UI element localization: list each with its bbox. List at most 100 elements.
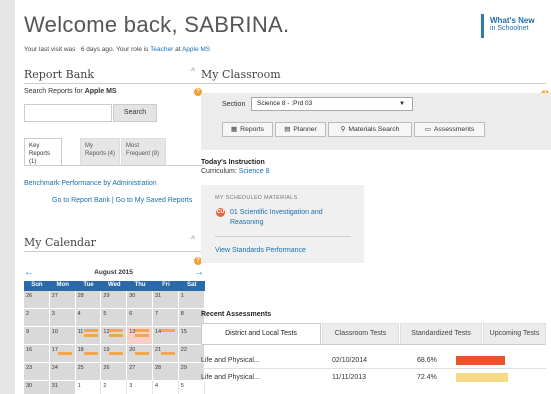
calendar-day[interactable]: 17 [49,345,76,363]
calendar-day[interactable]: 1 [178,291,205,309]
calendar-day[interactable]: 26 [101,363,128,381]
curriculum-link[interactable]: Science 8 [239,168,270,175]
tab-most-frequent[interactable]: Most Frequent (9) [121,138,166,166]
benchmark-performance-link[interactable]: Benchmark Performance by Administration [24,180,157,187]
calendar-day[interactable]: 19 [101,345,128,363]
calendar-day[interactable]: 24 [49,363,76,381]
role-at: at [175,46,181,53]
calendar-day[interactable]: 3 [49,309,76,327]
calendar-event-marker[interactable] [135,329,150,332]
calendar-day[interactable]: 4 [153,381,179,394]
calendar-day[interactable]: 4 [75,309,102,327]
calendar-event-marker[interactable] [135,352,150,355]
tab-district-local-tests[interactable]: District and Local Tests [201,323,321,344]
assessments-button[interactable]: ▭ Assessments [414,122,485,137]
view-standards-performance-link[interactable]: View Standards Performance [215,247,306,254]
reports-button[interactable]: ▦ Reports [222,122,273,137]
role-link[interactable]: Teacher [150,46,173,53]
calendar-day[interactable]: 26 [24,291,50,309]
calendar-day[interactable]: 28 [75,291,102,309]
assessment-date: 02/10/2014 [332,357,368,364]
calendar-day[interactable]: 2 [101,381,128,394]
planner-button[interactable]: ▤ Planner [275,122,326,137]
curriculum-label: Curriculum: [201,168,237,175]
report-search-button[interactable]: Search [113,104,157,122]
calendar-day[interactable]: 12 [101,327,128,345]
weekday-label: Wed [108,282,121,288]
calendar-day-number: 24 [51,365,58,371]
calendar-event-marker[interactable] [109,352,124,355]
scheduled-material-link[interactable]: 01 Scientific Investigation and Reasonin… [230,208,355,228]
role-prefix: Your role is [116,46,149,53]
calendar-day[interactable]: 27 [49,291,76,309]
report-tabs: Key Reports (1) My Reports (4) Most Freq… [24,138,166,166]
report-search-input[interactable] [24,104,112,122]
tab-standardized-tests[interactable]: Standardized Tests [400,323,482,344]
table-row[interactable]: Life and Physical... 11/11/2013 72.4% [201,372,546,386]
whats-new-link[interactable]: What's New in Schoolnet [481,14,543,38]
materials-search-button[interactable]: ⚲ Materials Search [328,122,412,137]
collapse-calendar-icon[interactable]: ^ [191,234,195,244]
calendar-day[interactable]: 31 [49,381,76,394]
calendar-day[interactable]: 29 [101,291,128,309]
next-month-icon[interactable]: → [194,267,204,278]
calendar-day[interactable]: 28 [153,363,179,381]
calendar-event-marker[interactable] [135,334,150,337]
calendar-day[interactable]: 30 [127,291,153,309]
calendar-day[interactable]: 2 [24,309,50,327]
calendar-day-number: 7 [155,311,159,317]
tab-my-reports[interactable]: My Reports (4) [80,138,120,166]
calendar-day[interactable]: 31 [153,291,179,309]
calendar-day[interactable]: 25 [75,363,102,381]
collapse-report-bank-icon[interactable]: ^ [191,66,195,76]
calendar-day[interactable]: 11 [75,327,102,345]
calendar-event-marker[interactable] [57,352,72,355]
calendar-day-number: 5 [180,383,184,389]
go-to-report-bank-link[interactable]: Go to Report Bank | Go to My Saved Repor… [52,197,192,204]
calendar-day-number: 25 [77,365,84,371]
report-search-school: Apple MS [84,88,117,95]
calendar-day[interactable]: 20 [127,345,153,363]
report-bank-divider [24,83,203,84]
calendar-day[interactable]: 13 [127,327,153,345]
assessment-date: 11/11/2013 [332,374,366,381]
calendar-event-marker[interactable] [83,334,98,337]
calendar-day[interactable]: 27 [127,363,153,381]
calendar-event-marker[interactable] [109,334,124,337]
calendar-day[interactable]: 6 [127,309,153,327]
table-row[interactable]: Life and Physical... 02/10/2014 68.6% [201,355,546,369]
calendar-day[interactable]: 14 [153,327,179,345]
calendar-day[interactable]: 10 [49,327,76,345]
calendar-day[interactable]: 7 [153,309,179,327]
tab-my-reports-line1: My [85,143,93,149]
calendar-day[interactable]: 1 [75,381,102,394]
calendar-day[interactable]: 21 [153,345,179,363]
calendar-day-number: 10 [51,329,58,335]
calendar-event-marker[interactable] [83,352,98,355]
section-select[interactable]: Science 8 - :Prd 03 ▼ [251,97,413,111]
calendar-day[interactable]: 3 [127,381,153,394]
calendar-day[interactable]: 30 [24,381,50,394]
calendar-event-marker[interactable] [161,352,175,355]
calendar-day[interactable]: 18 [75,345,102,363]
calendar-event-marker[interactable] [161,329,175,332]
tab-key-reports[interactable]: Key Reports (1) [24,138,62,166]
curriculum-line: Curriculum: Science 8 [201,168,270,175]
last-visit-prefix: Your last visit was [24,46,76,53]
calendar-day[interactable]: 16 [24,345,50,363]
calendar-day[interactable]: 5 [101,309,128,327]
tab-classroom-tests[interactable]: Classroom Tests [322,323,399,344]
report-bank-title: Report Bank [24,68,95,81]
calendar-event-marker[interactable] [109,329,124,332]
school-link[interactable]: Apple MS [182,46,210,53]
assessment-name: Life and Physical... [201,357,260,364]
calendar-icon: ▤ [284,126,291,133]
calendar-event-marker[interactable] [83,329,98,332]
tab-upcoming-tests[interactable]: Upcoming Tests [483,323,546,344]
calendar-day[interactable]: 9 [24,327,50,345]
calendar-day-number: 31 [51,383,58,389]
scheduled-materials-title: MY SCHEDULED MATERIALS [215,195,298,201]
calendar-day[interactable]: 23 [24,363,50,381]
calendar-day-number: 9 [26,329,30,335]
score-bar [456,356,505,365]
